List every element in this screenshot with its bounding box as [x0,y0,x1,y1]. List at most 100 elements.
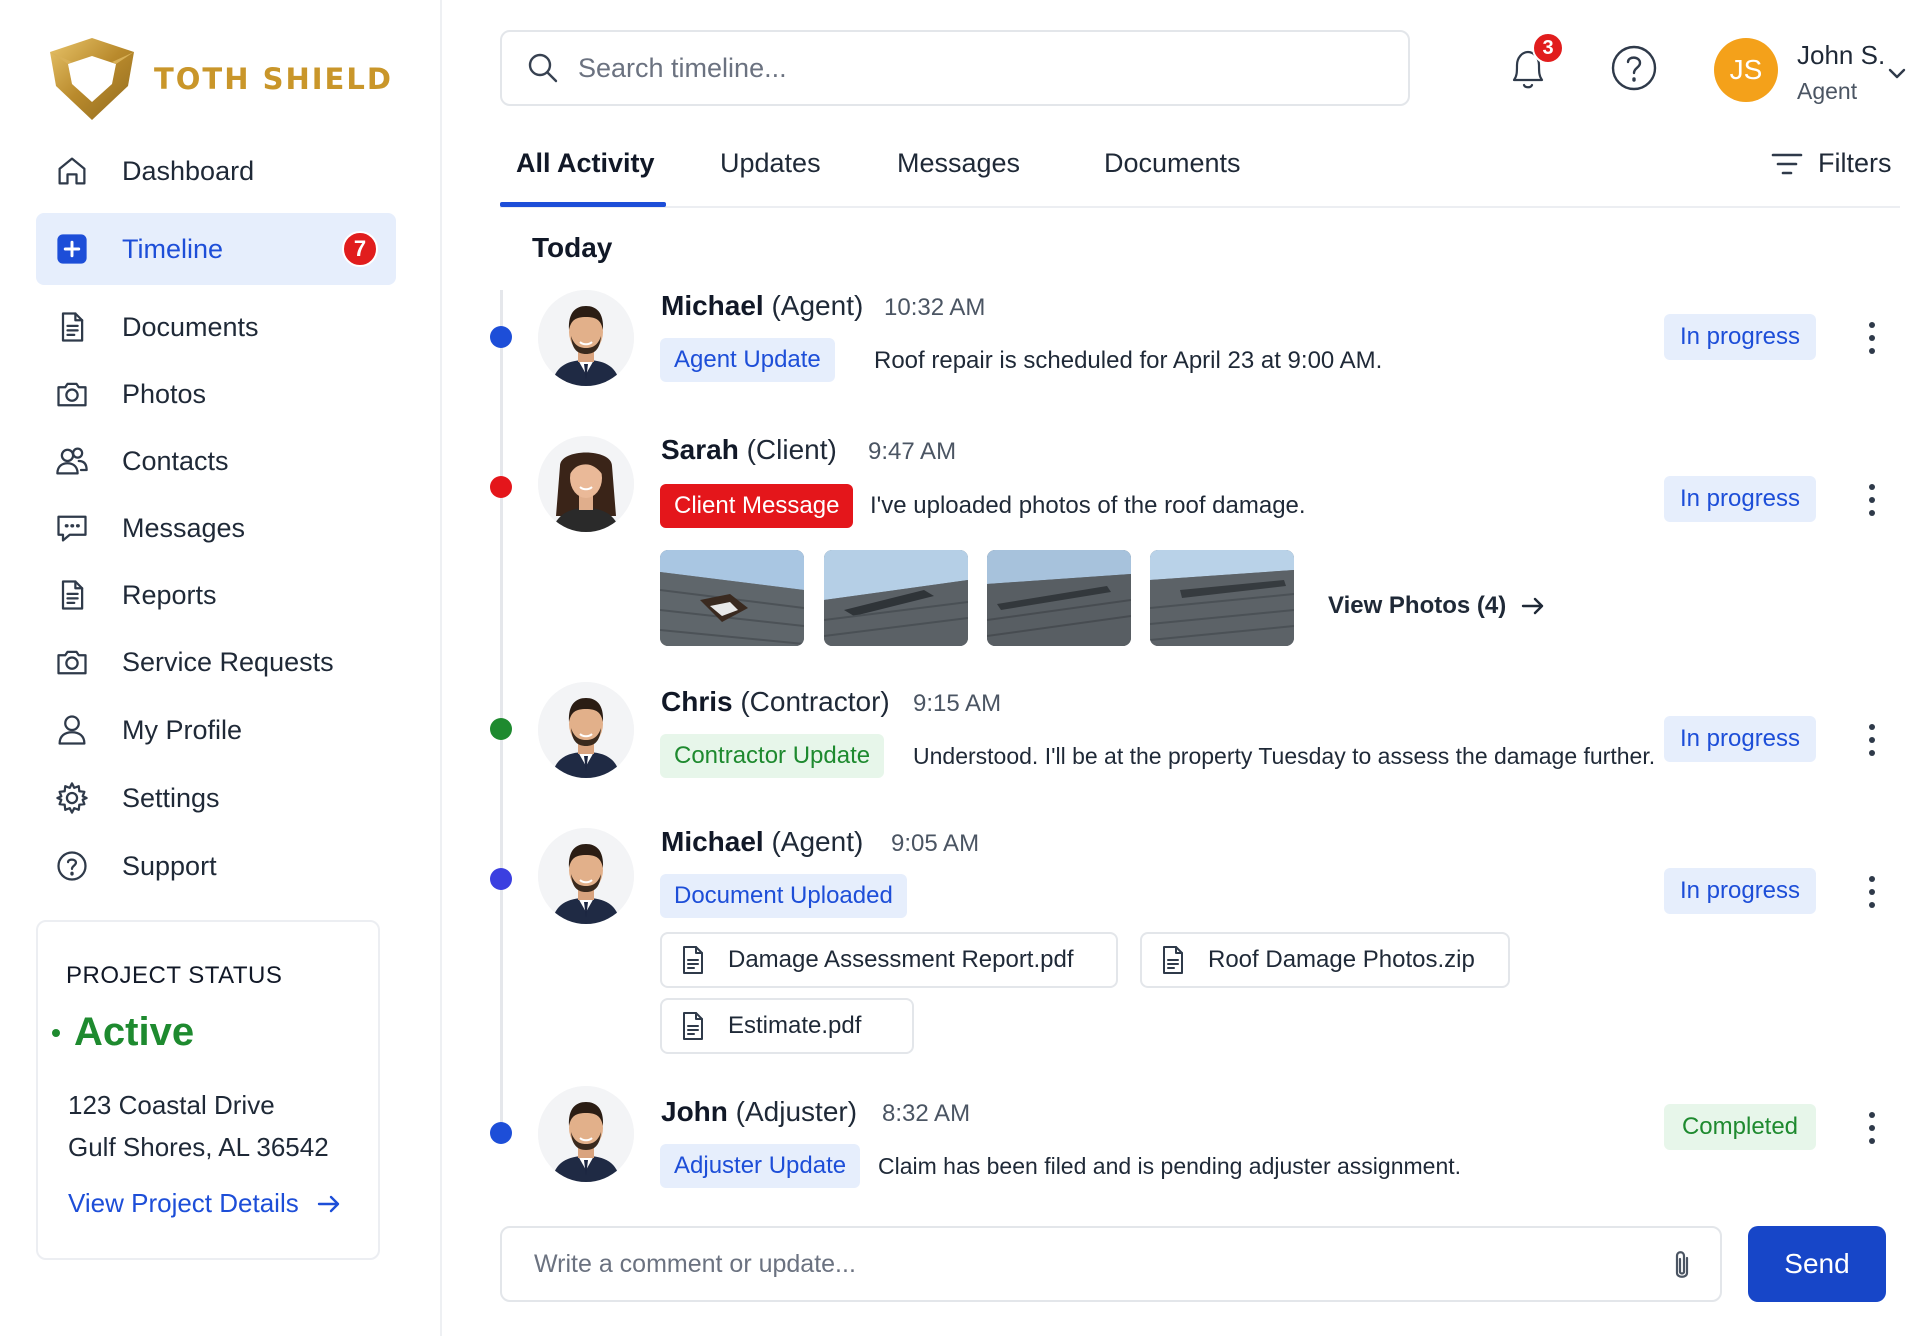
project-status-text: Active [74,1010,195,1054]
user-avatar[interactable]: JS [1714,38,1778,102]
photo-thumbnail[interactable] [824,550,968,646]
document-icon [52,307,92,347]
sidebar-item-service-requests[interactable]: Service Requests [36,626,396,698]
avatar[interactable] [538,290,634,386]
entry-time: 9:05 AM [891,830,980,857]
photo-thumbnail[interactable] [987,550,1131,646]
camera-icon [52,374,92,414]
view-project-details-link[interactable]: View Project Details [68,1188,343,1219]
more-options-button[interactable] [1860,318,1884,358]
sidebar-item-documents[interactable]: Documents [36,291,396,363]
status-dot [52,1028,60,1037]
timeline-dot [490,1122,512,1144]
section-heading-today: Today [532,232,613,263]
timeline-dot [490,868,512,890]
timeline-dot [490,476,512,498]
gear-icon [52,778,92,818]
comment-composer [500,1226,1722,1302]
sidebar-item-reports[interactable]: Reports [36,559,396,631]
chat-icon [52,508,92,548]
arrow-right-icon [1522,597,1544,615]
project-status-value: Active [52,1010,194,1055]
search-bar[interactable] [500,30,1410,106]
entry-time: 9:47 AM [868,438,957,465]
project-address-line2: Gulf Shores, AL 36542 [68,1132,329,1162]
file-name: Roof Damage Photos.zip [1208,946,1475,973]
report-icon [52,575,92,615]
shield-logo-icon [50,38,134,120]
user-name[interactable]: John S. [1797,40,1885,71]
sidebar-item-photos[interactable]: Photos [36,358,396,430]
entry-author: Sarah (Client) [661,434,837,466]
brand-logo[interactable]: TOTH SHIELD [42,34,393,124]
notifications-button[interactable]: 3 [1500,32,1564,100]
comment-input[interactable] [534,1249,1614,1279]
tabs-divider [500,206,1900,208]
status-badge[interactable]: In progress [1664,314,1816,360]
file-attachment[interactable]: Estimate.pdf [660,998,914,1054]
help-button[interactable] [1608,42,1664,98]
sidebar-item-contacts[interactable]: Contacts [36,425,396,497]
author-name: Sarah [661,434,739,465]
timeline-dot [490,718,512,740]
status-badge[interactable]: In progress [1664,716,1816,762]
entry-author: Chris (Contractor) [661,686,890,718]
sidebar-item-dashboard[interactable]: Dashboard [36,135,396,207]
entry-message: Claim has been filed and is pending adju… [878,1153,1462,1179]
sidebar-item-label: Support [122,850,217,881]
file-attachment[interactable]: Damage Assessment Report.pdf [660,932,1118,988]
active-tab-indicator [500,202,666,207]
status-badge[interactable]: In progress [1664,476,1816,522]
project-status-card: PROJECT STATUS Active 123 Coastal Drive … [36,920,380,1260]
sidebar-item-settings[interactable]: Settings [36,762,396,834]
avatar[interactable] [538,682,634,778]
file-attachment[interactable]: Roof Damage Photos.zip [1140,932,1510,988]
sidebar-item-messages[interactable]: Messages [36,492,396,564]
status-badge[interactable]: In progress [1664,868,1816,914]
more-options-button[interactable] [1860,1108,1884,1148]
user-menu-toggle[interactable] [1886,62,1908,84]
filter-icon [1771,153,1803,174]
file-name: Estimate.pdf [728,1012,862,1039]
tab-updates[interactable]: Updates [720,148,821,179]
sidebar-item-timeline[interactable]: Timeline 7 [36,213,396,285]
author-role: (Client) [746,434,837,465]
filters-button[interactable]: Filters [1770,148,1892,179]
avatar[interactable] [538,1086,634,1182]
entry-message: I've uploaded photos of the roof damage. [870,492,1306,519]
avatar[interactable] [538,828,634,924]
paperclip-icon [1675,1251,1689,1278]
camera-icon [52,642,92,682]
search-input[interactable] [578,52,1378,84]
avatar[interactable] [538,436,634,532]
home-icon [52,151,92,191]
photo-thumbnail[interactable] [1150,550,1294,646]
sidebar-item-support[interactable]: Support [36,830,396,902]
search-icon [528,53,558,83]
entry-author: John (Adjuster) [661,1096,857,1128]
tab-documents[interactable]: Documents [1104,148,1241,179]
author-role: (Agent) [771,290,864,321]
project-address-line1: 123 Coastal Drive [68,1090,275,1120]
author-name: Chris [661,686,733,717]
sidebar-item-label: Timeline [122,233,224,264]
entry-time: 9:15 AM [913,690,1002,717]
view-project-details-label: View Project Details [68,1188,299,1218]
sidebar-item-my-profile[interactable]: My Profile [36,694,396,766]
filters-label: Filters [1818,148,1892,178]
attach-button[interactable] [1666,1248,1698,1284]
sidebar-item-label: Documents [122,311,259,342]
tab-messages[interactable]: Messages [897,148,1020,179]
sidebar-item-label: Settings [122,782,220,813]
send-button[interactable]: Send [1748,1226,1886,1302]
more-options-button[interactable] [1860,720,1884,760]
view-photos-link[interactable]: View Photos (4) [1328,592,1546,620]
sidebar-item-label: Service Requests [122,646,334,677]
sidebar-item-label: Messages [122,512,246,543]
more-options-button[interactable] [1860,480,1884,520]
status-badge[interactable]: Completed [1664,1104,1816,1150]
more-options-button[interactable] [1860,872,1884,912]
photo-thumbnail[interactable] [660,550,804,646]
tab-all-activity[interactable]: All Activity [516,148,655,179]
user-icon [52,710,92,750]
